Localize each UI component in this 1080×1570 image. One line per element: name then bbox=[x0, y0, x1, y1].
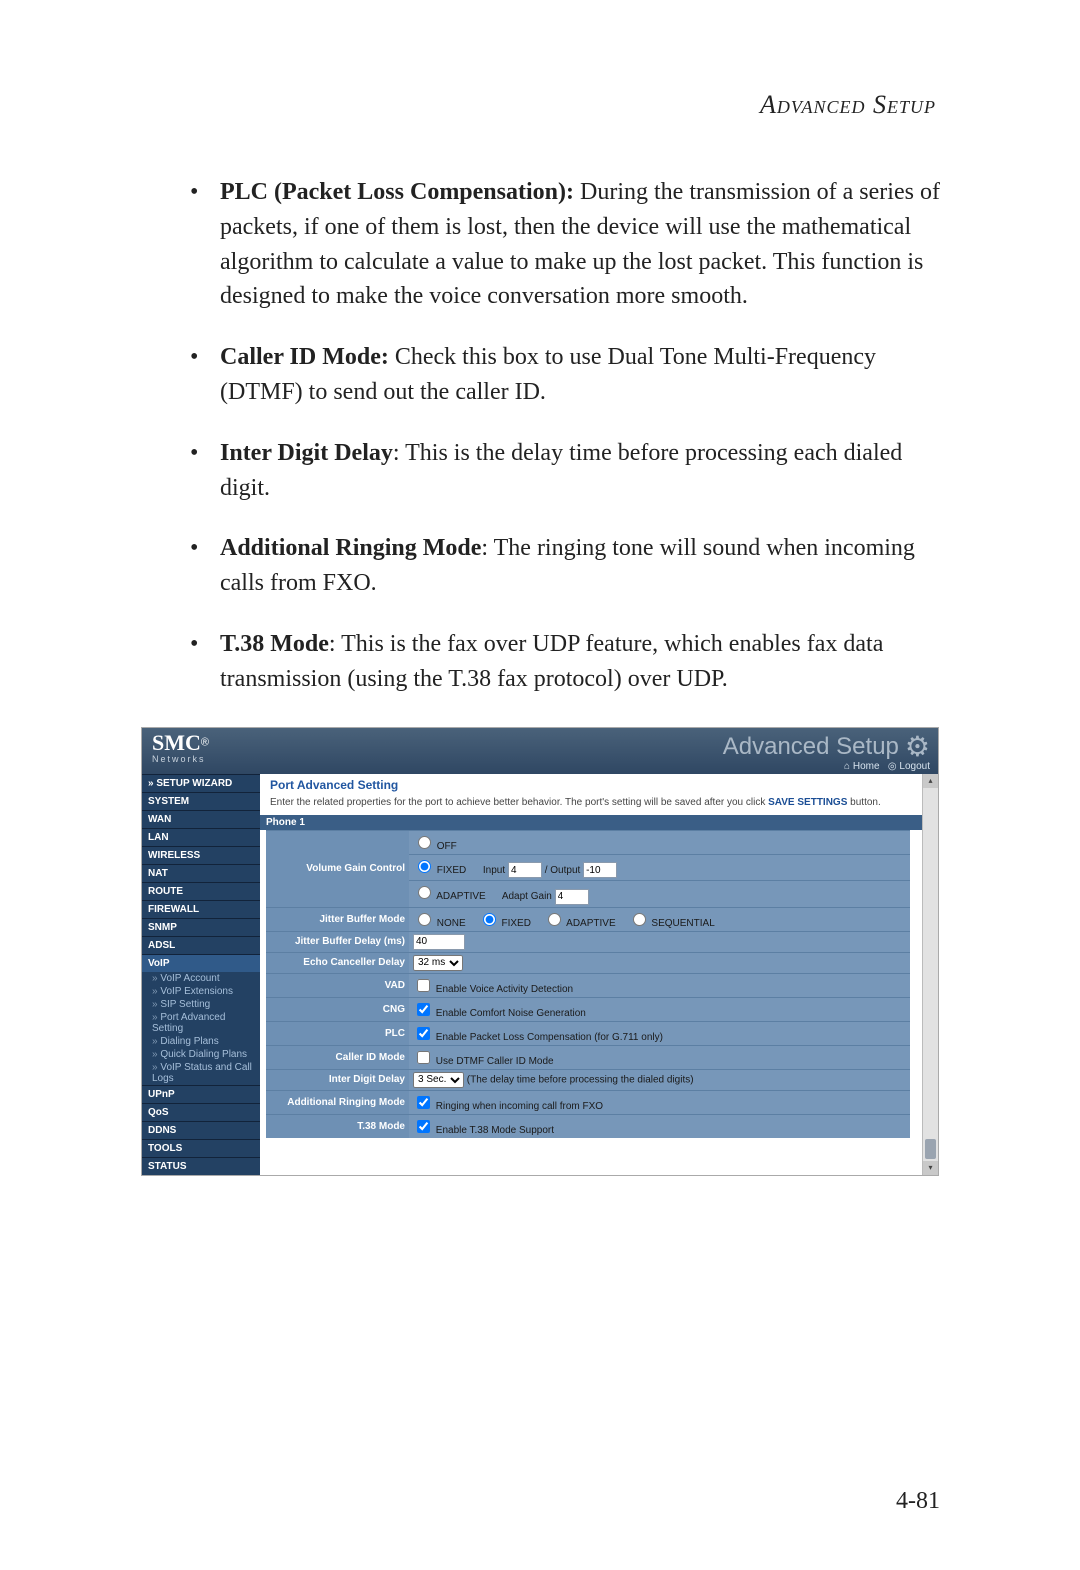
check-cng[interactable] bbox=[417, 1003, 430, 1016]
label-arm: Additional Ringing Mode bbox=[266, 1090, 409, 1114]
sidebar: » SETUP WIZARD SYSTEM WAN LAN WIRELESS N… bbox=[142, 774, 260, 1175]
label-cid: Caller ID Mode bbox=[266, 1045, 409, 1069]
check-cid[interactable] bbox=[417, 1051, 430, 1064]
check-plc[interactable] bbox=[417, 1027, 430, 1040]
label-jbm: Jitter Buffer Mode bbox=[266, 907, 409, 931]
label-plc: PLC bbox=[266, 1021, 409, 1045]
home-icon: ⌂ bbox=[844, 761, 850, 772]
sidebar-item-wireless[interactable]: WIRELESS bbox=[142, 846, 260, 864]
bullet-caller-id: Caller ID Mode: Check this box to use Du… bbox=[190, 340, 940, 410]
radio-vgc-fixed[interactable] bbox=[418, 860, 431, 873]
bulleted-list: PLC (Packet Loss Compensation): During t… bbox=[140, 175, 940, 697]
sidebar-sub-port-advanced[interactable]: Port Advanced Setting bbox=[142, 1011, 260, 1035]
sidebar-item-qos[interactable]: QoS bbox=[142, 1103, 260, 1121]
sidebar-sub-voip-account[interactable]: VoIP Account bbox=[142, 972, 260, 985]
home-link[interactable]: Home bbox=[853, 761, 880, 772]
term: Caller ID Mode: bbox=[220, 344, 389, 370]
sidebar-item-adsl[interactable]: ADSL bbox=[142, 936, 260, 954]
sidebar-item-tools[interactable]: TOOLS bbox=[142, 1139, 260, 1157]
settings-table: Volume Gain Control OFF FIXED Input / Ou… bbox=[266, 830, 910, 1138]
advanced-setup-title: Advanced Setup ⚙ bbox=[723, 733, 930, 761]
label-jbd: Jitter Buffer Delay (ms) bbox=[266, 931, 409, 952]
sidebar-item-ddns[interactable]: DDNS bbox=[142, 1121, 260, 1139]
scroll-thumb[interactable] bbox=[925, 1139, 936, 1159]
check-t38[interactable] bbox=[417, 1120, 430, 1133]
logout-link[interactable]: Logout bbox=[899, 761, 930, 772]
label-cng: CNG bbox=[266, 997, 409, 1021]
term: PLC (Packet Loss Compensation): bbox=[220, 179, 574, 205]
content-title: Port Advanced Setting bbox=[270, 778, 928, 792]
label-vad: VAD bbox=[266, 973, 409, 997]
sidebar-item-setup-wizard[interactable]: » SETUP WIZARD bbox=[142, 774, 260, 792]
sidebar-sub-quick-dialing[interactable]: Quick Dialing Plans bbox=[142, 1048, 260, 1061]
input-vgc-output[interactable] bbox=[583, 862, 617, 878]
logout-icon: ◎ bbox=[888, 761, 897, 772]
scroll-up-icon[interactable]: ▴ bbox=[923, 774, 938, 788]
phone-1-heading: Phone 1 bbox=[260, 815, 938, 830]
content-desc: Enter the related properties for the por… bbox=[270, 796, 928, 809]
bullet-plc: PLC (Packet Loss Compensation): During t… bbox=[190, 175, 940, 314]
router-screenshot: SMC® Networks Advanced Setup ⚙ ⌂ Home ◎ … bbox=[141, 727, 939, 1176]
sidebar-item-wan[interactable]: WAN bbox=[142, 810, 260, 828]
bullet-additional-ringing: Additional Ringing Mode: The ringing ton… bbox=[190, 531, 940, 601]
bullet-inter-digit-delay: Inter Digit Delay: This is the delay tim… bbox=[190, 436, 940, 506]
check-vad[interactable] bbox=[417, 979, 430, 992]
logo: SMC® Networks bbox=[142, 728, 280, 774]
radio-vgc-off[interactable] bbox=[418, 836, 431, 849]
radio-jbm-adaptive[interactable] bbox=[548, 913, 561, 926]
scroll-down-icon[interactable]: ▾ bbox=[923, 1161, 938, 1175]
select-ecd[interactable]: 32 ms bbox=[413, 955, 463, 971]
radio-jbm-sequential[interactable] bbox=[633, 913, 646, 926]
radio-jbm-fixed[interactable] bbox=[483, 913, 496, 926]
term: Inter Digit Delay bbox=[220, 440, 393, 466]
section-heading: Advanced Setup bbox=[140, 90, 936, 120]
sidebar-item-upnp[interactable]: UPnP bbox=[142, 1085, 260, 1103]
term: Additional Ringing Mode bbox=[220, 535, 481, 561]
sidebar-item-firewall[interactable]: FIREWALL bbox=[142, 900, 260, 918]
sidebar-sub-voip-status[interactable]: VoIP Status and Call Logs bbox=[142, 1061, 260, 1085]
radio-jbm-none[interactable] bbox=[418, 913, 431, 926]
label-idd: Inter Digit Delay bbox=[266, 1069, 409, 1090]
radio-vgc-adaptive[interactable] bbox=[418, 886, 431, 899]
sidebar-sub-sip-setting[interactable]: SIP Setting bbox=[142, 998, 260, 1011]
sidebar-item-snmp[interactable]: SNMP bbox=[142, 918, 260, 936]
select-idd[interactable]: 3 Sec. bbox=[413, 1072, 464, 1088]
label-ecd: Echo Canceller Delay bbox=[266, 952, 409, 973]
sidebar-item-nat[interactable]: NAT bbox=[142, 864, 260, 882]
input-jbd[interactable] bbox=[413, 934, 465, 950]
sidebar-sub-voip-extensions[interactable]: VoIP Extensions bbox=[142, 985, 260, 998]
scrollbar[interactable]: ▴ ▾ bbox=[922, 774, 938, 1175]
sidebar-sub-dialing-plans[interactable]: Dialing Plans bbox=[142, 1035, 260, 1048]
bullet-t38: T.38 Mode: This is the fax over UDP feat… bbox=[190, 627, 940, 697]
page-number: 4-81 bbox=[896, 1488, 940, 1515]
input-vgc-input[interactable] bbox=[508, 862, 542, 878]
sidebar-item-status[interactable]: STATUS bbox=[142, 1157, 260, 1175]
label-t38: T.38 Mode bbox=[266, 1114, 409, 1138]
logo-text: SMC bbox=[152, 730, 201, 755]
sidebar-item-lan[interactable]: LAN bbox=[142, 828, 260, 846]
input-vgc-adapt[interactable] bbox=[555, 889, 589, 905]
sidebar-item-route[interactable]: ROUTE bbox=[142, 882, 260, 900]
term: T.38 Mode bbox=[220, 631, 329, 657]
sidebar-item-system[interactable]: SYSTEM bbox=[142, 792, 260, 810]
gear-icon: ⚙ bbox=[905, 733, 930, 761]
logo-sub: Networks bbox=[152, 754, 270, 764]
check-arm[interactable] bbox=[417, 1096, 430, 1109]
sidebar-item-voip[interactable]: VoIP bbox=[142, 954, 260, 972]
content-area: Port Advanced Setting Enter the related … bbox=[260, 774, 938, 1175]
label-vgc: Volume Gain Control bbox=[266, 830, 409, 907]
